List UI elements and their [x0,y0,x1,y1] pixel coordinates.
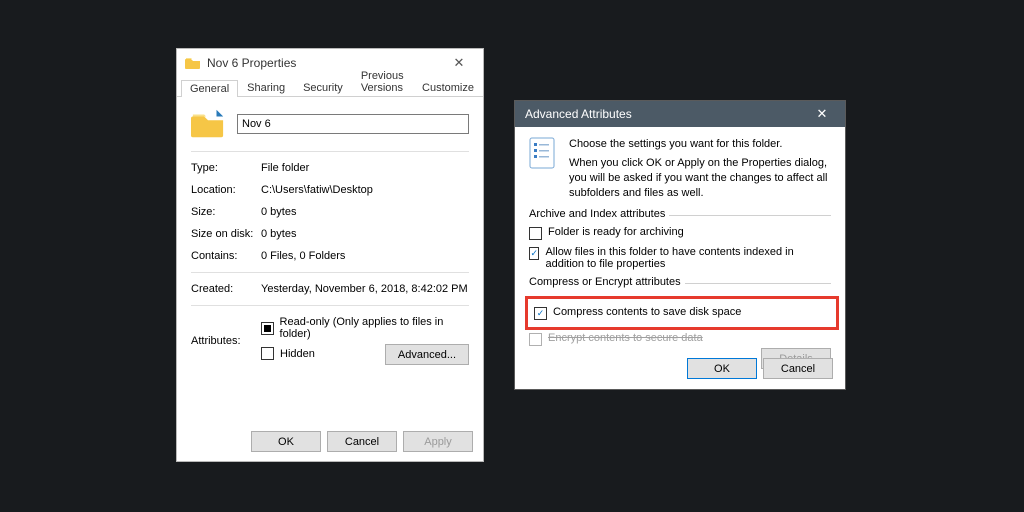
properties-window: Nov 6 Properties ✕ General Sharing Secur… [176,48,484,462]
size-label: Size: [191,206,261,218]
contains-value: 0 Files, 0 Folders [261,250,469,262]
folder-icon [185,55,201,71]
settings-list-icon [529,137,559,171]
cancel-button[interactable]: Cancel [763,358,833,379]
close-icon[interactable]: ✕ [805,106,839,122]
tab-sharing[interactable]: Sharing [238,79,294,96]
close-icon[interactable]: ✕ [441,55,477,71]
checkbox-icon [261,322,274,335]
properties-body: Type: File folder Location: C:\Users\fat… [177,97,483,365]
archive-checkbox[interactable]: Folder is ready for archiving [529,226,831,240]
window-title: Advanced Attributes [525,107,632,121]
folder-large-icon [191,107,225,141]
apply-button[interactable]: Apply [403,431,473,452]
tab-general[interactable]: General [181,80,238,97]
hidden-checkbox[interactable]: Hidden [261,344,315,363]
tab-previous-versions[interactable]: Previous Versions [352,67,413,96]
ok-button[interactable]: OK [687,358,757,379]
titlebar[interactable]: Advanced Attributes ✕ [515,101,845,127]
checkbox-icon [261,347,274,360]
size-on-disk-label: Size on disk: [191,228,261,240]
advanced-button[interactable]: Advanced... [385,344,469,365]
index-checkbox[interactable]: ✓ Allow files in this folder to have con… [529,246,831,270]
attributes-label: Attributes: [191,335,261,347]
ok-button[interactable]: OK [251,431,321,452]
created-value: Yesterday, November 6, 2018, 8:42:02 PM [261,283,469,295]
location-value: C:\Users\fatiw\Desktop [261,184,469,196]
window-title: Nov 6 Properties [207,56,296,70]
readonly-checkbox[interactable]: Read-only (Only applies to files in fold… [261,316,469,340]
contains-label: Contains: [191,250,261,262]
advanced-attributes-window: Advanced Attributes ✕ Choose the setting… [514,100,846,390]
created-label: Created: [191,283,261,295]
encrypt-checkbox[interactable]: Encrypt contents to secure data [529,332,831,346]
size-value: 0 bytes [261,206,469,218]
checkbox-icon [529,333,542,346]
checkbox-icon: ✓ [534,307,547,320]
intro-text: Choose the settings you want for this fo… [569,137,831,200]
checkbox-icon: ✓ [529,247,539,260]
type-label: Type: [191,162,261,174]
size-on-disk-value: 0 bytes [261,228,469,240]
checkbox-icon [529,227,542,240]
location-label: Location: [191,184,261,196]
cancel-button[interactable]: Cancel [327,431,397,452]
tab-strip: General Sharing Security Previous Versio… [177,77,483,97]
compress-checkbox[interactable]: ✓ Compress contents to save disk space [534,306,822,320]
tab-customize[interactable]: Customize [413,79,483,96]
titlebar[interactable]: Nov 6 Properties ✕ [177,49,483,77]
tab-security[interactable]: Security [294,79,352,96]
highlight-box: ✓ Compress contents to save disk space [525,296,839,330]
folder-name-input[interactable] [237,114,469,134]
type-value: File folder [261,162,469,174]
